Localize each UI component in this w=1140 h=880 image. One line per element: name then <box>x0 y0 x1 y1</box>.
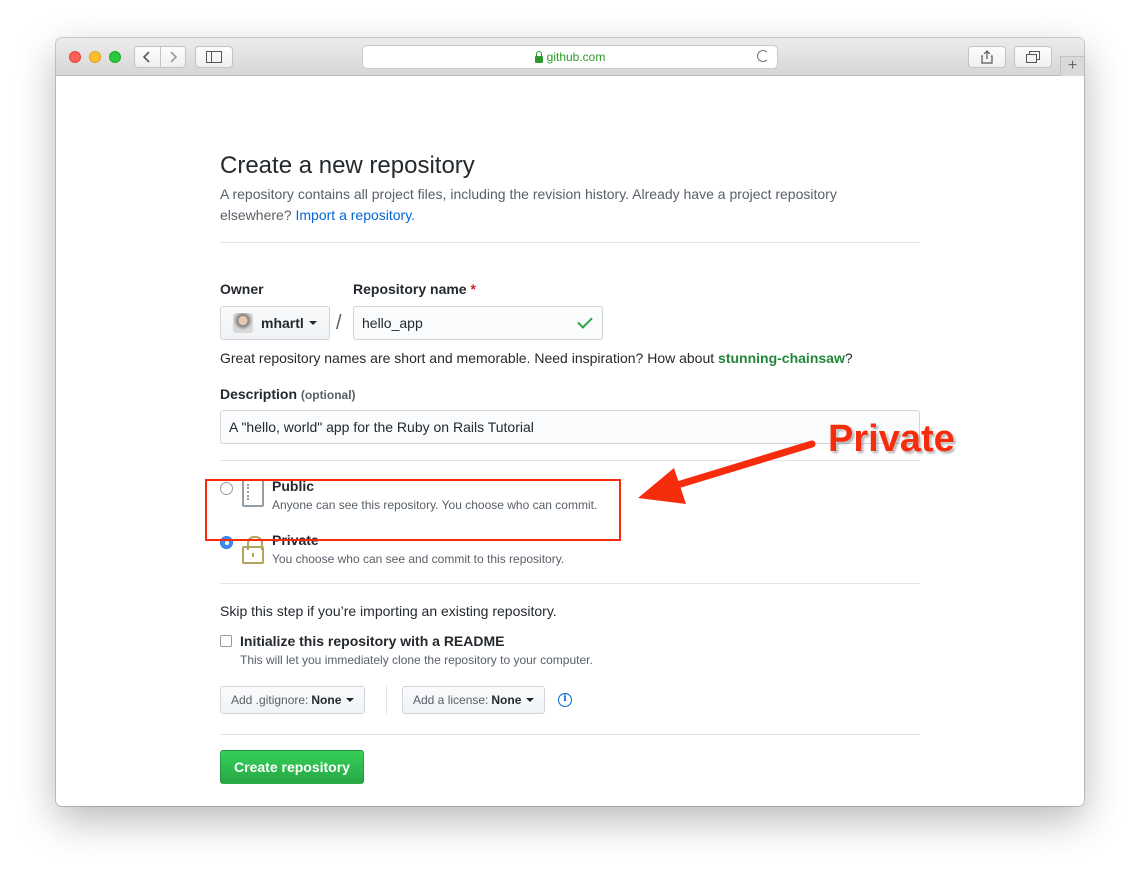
titlebar: github.com + <box>56 38 1084 76</box>
page-subtitle: A repository contains all project files,… <box>220 184 900 226</box>
create-repository-button[interactable]: Create repository <box>220 750 364 784</box>
owner-select[interactable]: mhartl <box>220 306 330 340</box>
gitignore-label: Add .gitignore: <box>231 693 309 707</box>
url-text: github.com <box>546 50 606 64</box>
gitignore-select[interactable]: Add .gitignore: None <box>220 686 366 714</box>
share-button[interactable] <box>968 46 1006 68</box>
owner-value: mhartl <box>261 315 304 331</box>
tabs-icon <box>1026 51 1040 63</box>
name-hint: Great repository names are short and mem… <box>220 350 853 366</box>
address-bar[interactable]: github.com <box>362 45 778 69</box>
divider <box>220 242 920 243</box>
zoom-window-button[interactable] <box>109 51 121 63</box>
required-mark: * <box>470 281 476 297</box>
lock-icon <box>242 536 264 564</box>
owner-label: Owner <box>220 281 264 297</box>
forward-button[interactable] <box>161 47 186 67</box>
share-icon <box>981 50 993 64</box>
divider <box>220 734 920 735</box>
new-tab-button[interactable]: + <box>1060 56 1084 76</box>
hint-text: Great repository names are short and mem… <box>220 350 715 366</box>
sidebar-toggle-button[interactable] <box>195 46 233 68</box>
page-title: Create a new repository <box>220 152 475 179</box>
name-suggestion[interactable]: stunning-chainsaw <box>718 350 845 366</box>
import-repository-link[interactable]: Import a repository. <box>296 207 416 223</box>
readme-label[interactable]: Initialize this repository with a README <box>240 633 504 649</box>
divider <box>220 583 920 584</box>
reload-icon[interactable] <box>757 50 769 62</box>
owner-repo-separator: / <box>336 312 342 334</box>
lock-icon <box>534 50 543 63</box>
avatar <box>233 313 253 333</box>
minimize-window-button[interactable] <box>89 51 101 63</box>
description-label-text: Description <box>220 386 298 402</box>
tabs-overview-button[interactable] <box>1014 46 1052 68</box>
caret-down-icon <box>308 321 317 325</box>
license-label: Add a license: <box>413 693 489 707</box>
annotation-label: Private <box>828 418 955 460</box>
readme-note: This will let you immediately clone the … <box>240 653 593 667</box>
sidebar-icon <box>206 51 222 63</box>
chevron-left-icon <box>143 51 150 63</box>
skip-text: Skip this step if you’re importing an ex… <box>220 603 557 619</box>
gitignore-value: None <box>311 693 342 707</box>
license-value: None <box>491 693 522 707</box>
private-note: You choose who can see and commit to thi… <box>272 552 565 566</box>
annotation-arrow-icon <box>638 440 816 504</box>
repo-name-input[interactable] <box>353 306 603 340</box>
caret-down-icon <box>526 698 535 702</box>
info-icon[interactable]: i <box>558 693 572 707</box>
nav-buttons <box>134 46 186 68</box>
hint-end: ? <box>844 350 853 366</box>
repo-name-label: Repository name * <box>353 281 476 297</box>
license-select[interactable]: Add a license: None <box>402 686 546 714</box>
back-button[interactable] <box>135 47 161 67</box>
caret-down-icon <box>346 698 355 702</box>
optional-tag: (optional) <box>300 388 356 402</box>
private-highlight-box <box>205 479 621 541</box>
readme-checkbox[interactable] <box>220 635 232 647</box>
chevron-right-icon <box>170 51 177 63</box>
close-window-button[interactable] <box>69 51 81 63</box>
repo-name-label-text: Repository name <box>353 281 467 297</box>
select-separator <box>386 686 387 714</box>
description-label: Description (optional) <box>220 386 356 402</box>
